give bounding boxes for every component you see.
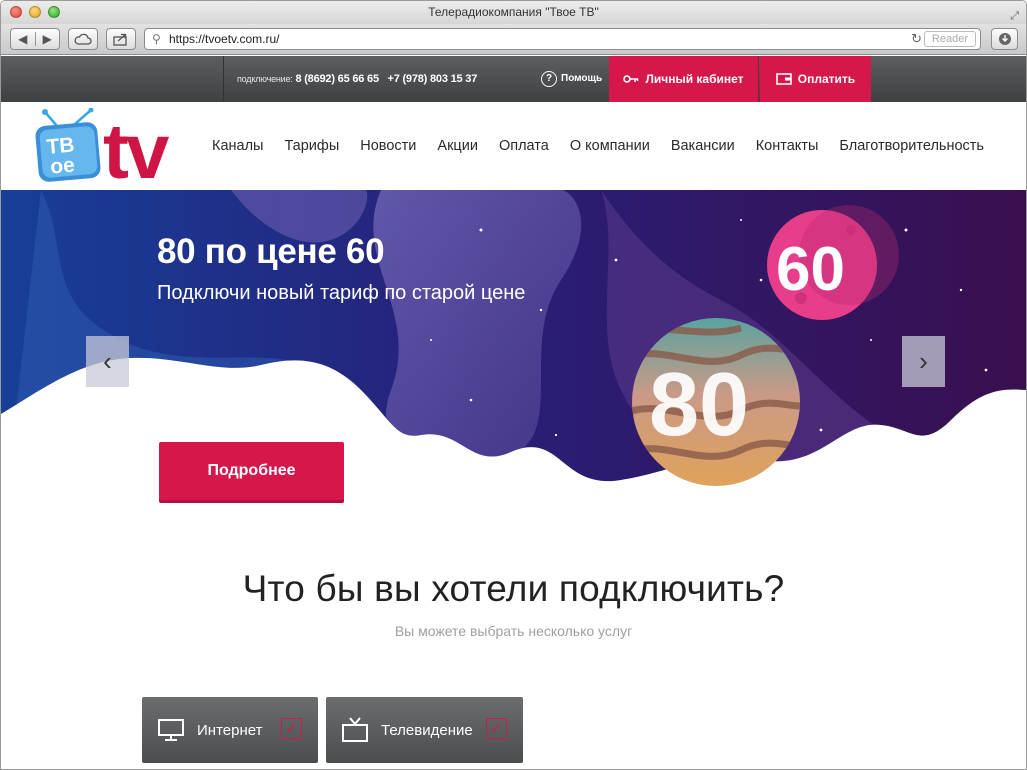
tv-icon: [342, 717, 368, 742]
nav-item-vacancies[interactable]: Вакансии: [671, 138, 735, 154]
service-internet-label: Интернет: [197, 721, 263, 739]
back-button[interactable]: ◀: [11, 32, 36, 46]
chevron-right-icon: ›: [919, 346, 928, 376]
personal-account-button[interactable]: Личный кабинет: [609, 56, 759, 102]
nav-item-tariffs[interactable]: Тарифы: [284, 138, 339, 154]
browser-toolbar: ◀ ▶ ⚲ https://tvoetv.com.ru/ ↻ Reader: [1, 24, 1026, 55]
back-forward-group: ◀ ▶: [10, 28, 60, 50]
icloud-tabs-button[interactable]: [68, 28, 98, 50]
slider-next-button[interactable]: ›: [902, 336, 945, 387]
personal-account-label: Личный кабинет: [645, 72, 744, 86]
website: подключение: 8 (8692) 65 66 65 +7 (978) …: [1, 56, 1026, 769]
planet-60-label: 60: [776, 235, 845, 304]
phone-2[interactable]: +7 (978) 803 15 37: [387, 73, 477, 85]
help-link[interactable]: ? Помощь: [541, 56, 602, 102]
topbar-divider: [223, 56, 224, 102]
pay-button[interactable]: Оплатить: [760, 56, 871, 102]
minimize-window-button[interactable]: [29, 6, 41, 18]
contact-phones: подключение: 8 (8692) 65 66 65 +7 (978) …: [237, 56, 477, 102]
nav-item-news[interactable]: Новости: [360, 138, 416, 154]
tvoe-tv-logo[interactable]: ТВ ое tv: [35, 108, 200, 184]
wallet-icon: [775, 73, 792, 85]
site-topbar: подключение: 8 (8692) 65 66 65 +7 (978) …: [1, 56, 1026, 102]
reader-button[interactable]: Reader: [923, 31, 976, 47]
window-titlebar: Телерадиокомпания "Твое ТВ" ⤢: [1, 1, 1026, 24]
slider-prev-button[interactable]: ‹: [86, 336, 129, 387]
service-internet-checkbox[interactable]: ✓: [281, 718, 302, 739]
service-internet-toggle[interactable]: Интернет ✓: [142, 697, 318, 763]
service-tv-checkbox[interactable]: ✓: [486, 718, 507, 739]
hero-subtitle: Подключи новый тариф по старой цене: [157, 282, 526, 304]
reload-icon[interactable]: ↻: [911, 29, 922, 49]
address-bar[interactable]: ⚲ https://tvoetv.com.ru/ ↻ Reader: [144, 28, 981, 50]
site-settings-icon[interactable]: ⚲: [152, 29, 161, 49]
zoom-window-button[interactable]: [48, 6, 60, 18]
help-label: Помощь: [561, 73, 603, 84]
service-tv-label: Телевидение: [381, 721, 473, 739]
service-tv-toggle[interactable]: Телевидение ✓: [326, 697, 523, 763]
nav-item-payment[interactable]: Оплата: [499, 138, 549, 154]
browser-window: Телерадиокомпания "Твое ТВ" ⤢ ◀ ▶ ⚲ http…: [0, 0, 1027, 770]
window-title: Телерадиокомпания "Твое ТВ": [428, 5, 599, 19]
key-icon: [623, 75, 639, 83]
forward-button[interactable]: ▶: [36, 32, 60, 46]
share-icon: [113, 33, 127, 46]
chevron-left-icon: ‹: [103, 346, 112, 376]
nav-item-promotions[interactable]: Акции: [437, 138, 478, 154]
hero-title: 80 по цене 60: [157, 232, 385, 271]
nav-item-contacts[interactable]: Контакты: [756, 138, 819, 154]
question-icon: ?: [541, 71, 557, 87]
space-background: 60 80: [1, 190, 1026, 542]
services-heading: Что бы вы хотели подключить?: [242, 568, 785, 609]
downloads-button[interactable]: [991, 28, 1018, 50]
logo-tv-latin: tv: [103, 108, 170, 184]
share-button[interactable]: [106, 28, 136, 50]
nav-item-about[interactable]: О компании: [570, 138, 650, 154]
cloud-icon: [74, 33, 92, 45]
nav-item-charity[interactable]: Благотворительность: [839, 138, 984, 154]
nav-item-channels[interactable]: Каналы: [212, 138, 263, 154]
download-icon: [998, 33, 1011, 45]
address-url: https://tvoetv.com.ru/: [169, 32, 280, 46]
services-subheading: Вы можете выбрать несколько услуг: [394, 623, 633, 639]
connect-label: подключение:: [237, 74, 293, 84]
planet-80-label: 80: [649, 355, 749, 455]
close-window-button[interactable]: [10, 6, 22, 18]
site-header: ТВ ое tv Каналы Тарифы Новости Акции Опл…: [1, 102, 1026, 190]
logo-oe-letters: ое: [49, 154, 75, 179]
more-details-button[interactable]: Подробнее: [159, 442, 344, 500]
hero-banner: 60 80 80 по цене 60 Подключи новый тариф…: [1, 190, 1026, 542]
main-navigation: Каналы Тарифы Новости Акции Оплата О ком…: [212, 102, 1005, 190]
phone-1[interactable]: 8 (8692) 65 66 65: [295, 73, 379, 85]
monitor-icon: [158, 719, 184, 741]
pay-label: Оплатить: [797, 72, 856, 86]
